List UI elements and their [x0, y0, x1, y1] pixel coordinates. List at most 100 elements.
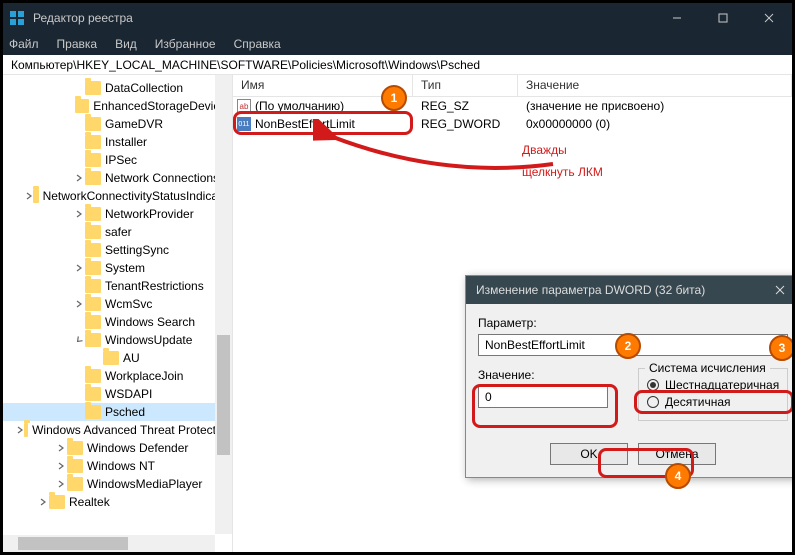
tree-item[interactable]: IPSec: [3, 151, 232, 169]
chevron-icon[interactable]: [37, 498, 49, 506]
chevron-icon[interactable]: [55, 462, 67, 470]
header-value[interactable]: Значение: [518, 75, 792, 96]
chevron-icon[interactable]: [73, 336, 85, 344]
tree-item[interactable]: NetworkConnectivityStatusIndicator: [3, 187, 232, 205]
tree-item[interactable]: NetworkProvider: [3, 205, 232, 223]
radio-icon: [647, 379, 659, 391]
tree-label: SettingSync: [105, 243, 169, 257]
folder-icon: [85, 369, 101, 383]
radio-hex[interactable]: Шестнадцатеричная: [647, 378, 779, 392]
folder-icon: [67, 441, 83, 455]
tree-item[interactable]: Installer: [3, 133, 232, 151]
tree-label: WorkplaceJoin: [105, 369, 183, 383]
radix-group: Система исчисления Шестнадцатеричная Дес…: [638, 368, 788, 421]
dialog-close-button[interactable]: [760, 276, 792, 304]
dword-icon: 011: [237, 117, 251, 131]
tree-item[interactable]: TenantRestrictions: [3, 277, 232, 295]
tree-item[interactable]: Windows NT: [3, 457, 232, 475]
tree-label: NetworkConnectivityStatusIndicator: [43, 189, 232, 203]
tree-item[interactable]: Network Connections: [3, 169, 232, 187]
list-row[interactable]: 011NonBestEffortLimit REG_DWORD 0x000000…: [233, 115, 792, 133]
tree-item[interactable]: EnhancedStorageDevices: [3, 97, 232, 115]
row-name: NonBestEffortLimit: [255, 117, 355, 131]
menu-view[interactable]: Вид: [115, 37, 137, 51]
folder-icon: [85, 207, 101, 221]
tree-item[interactable]: System: [3, 259, 232, 277]
tree-item[interactable]: WindowsUpdate: [3, 331, 232, 349]
folder-icon: [85, 333, 101, 347]
scroll-thumb[interactable]: [18, 537, 128, 550]
folder-icon: [85, 387, 101, 401]
list-pane: Имя Тип Значение ab(По умолчанию) REG_SZ…: [233, 75, 792, 552]
tree-label: WindowsMediaPlayer: [87, 477, 202, 491]
chevron-icon[interactable]: [25, 192, 33, 200]
tree-item[interactable]: Realtek: [3, 493, 232, 511]
tree-hscroll[interactable]: [3, 535, 215, 552]
folder-icon: [85, 243, 101, 257]
list-header: Имя Тип Значение: [233, 75, 792, 97]
content-area: DataCollection EnhancedStorageDevices Game…: [3, 75, 792, 552]
menu-edit[interactable]: Правка: [57, 37, 98, 51]
close-button[interactable]: [746, 3, 792, 33]
tree-item[interactable]: WSDAPI: [3, 385, 232, 403]
value-input[interactable]: [478, 386, 608, 408]
dialog-body: Параметр: Значение: Система исчисления Ш…: [466, 304, 792, 477]
dialog-titlebar: Изменение параметра DWORD (32 бита): [466, 276, 792, 304]
tree-label: GameDVR: [105, 117, 163, 131]
registry-tree[interactable]: DataCollection EnhancedStorageDevices Game…: [3, 75, 232, 515]
tree-item[interactable]: Windows Advanced Threat Protection: [3, 421, 232, 439]
tree-item[interactable]: SettingSync: [3, 241, 232, 259]
tree-item[interactable]: WcmSvc: [3, 295, 232, 313]
ok-button[interactable]: OK: [550, 443, 628, 465]
param-label: Параметр:: [478, 316, 788, 330]
folder-icon: [85, 225, 101, 239]
annotation-badge-4: 4: [665, 463, 691, 489]
chevron-icon[interactable]: [16, 426, 24, 434]
chevron-icon[interactable]: [55, 480, 67, 488]
tree-item[interactable]: Windows Search: [3, 313, 232, 331]
tree-item[interactable]: GameDVR: [3, 115, 232, 133]
tree-label: IPSec: [105, 153, 137, 167]
maximize-button[interactable]: [700, 3, 746, 33]
menu-favorites[interactable]: Избранное: [155, 37, 216, 51]
cancel-button[interactable]: Отмена: [638, 443, 716, 465]
chevron-icon[interactable]: [73, 174, 85, 182]
menubar: Файл Правка Вид Избранное Справка: [3, 33, 792, 55]
folder-icon: [85, 297, 101, 311]
value-label: Значение:: [478, 368, 608, 382]
tree-label: System: [105, 261, 145, 275]
tree-item[interactable]: safer: [3, 223, 232, 241]
radix-label: Система исчисления: [645, 361, 770, 375]
tree-label: EnhancedStorageDevices: [93, 99, 232, 113]
scroll-thumb[interactable]: [217, 335, 230, 455]
folder-icon: [103, 351, 119, 365]
string-icon: ab: [237, 99, 251, 113]
radio-dec[interactable]: Десятичная: [647, 395, 779, 409]
tree-label: TenantRestrictions: [105, 279, 204, 293]
tree-item[interactable]: WindowsMediaPlayer: [3, 475, 232, 493]
folder-icon: [85, 279, 101, 293]
row-type: REG_SZ: [413, 99, 518, 113]
tree-item[interactable]: Windows Defender: [3, 439, 232, 457]
chevron-icon[interactable]: [73, 300, 85, 308]
chevron-icon[interactable]: [55, 444, 67, 452]
tree-vscroll[interactable]: [215, 75, 232, 534]
folder-icon: [85, 405, 101, 419]
list-row[interactable]: ab(По умолчанию) REG_SZ (значение не при…: [233, 97, 792, 115]
folder-icon: [67, 477, 83, 491]
menu-file[interactable]: Файл: [9, 37, 39, 51]
address-bar[interactable]: Компьютер\HKEY_LOCAL_MACHINE\SOFTWARE\Po…: [3, 55, 792, 75]
tree-label: DataCollection: [105, 81, 183, 95]
minimize-button[interactable]: [654, 3, 700, 33]
tree-item[interactable]: WorkplaceJoin: [3, 367, 232, 385]
folder-icon: [85, 117, 101, 131]
chevron-icon[interactable]: [73, 210, 85, 218]
tree-item[interactable]: DataCollection: [3, 79, 232, 97]
folder-icon: [85, 135, 101, 149]
chevron-icon[interactable]: [73, 264, 85, 272]
header-type[interactable]: Тип: [413, 75, 518, 96]
menu-help[interactable]: Справка: [234, 37, 281, 51]
tree-item[interactable]: Psched: [3, 403, 232, 421]
tree-item[interactable]: AU: [3, 349, 232, 367]
callout-text: Дважды щелкнуть ЛКМ: [522, 139, 603, 183]
